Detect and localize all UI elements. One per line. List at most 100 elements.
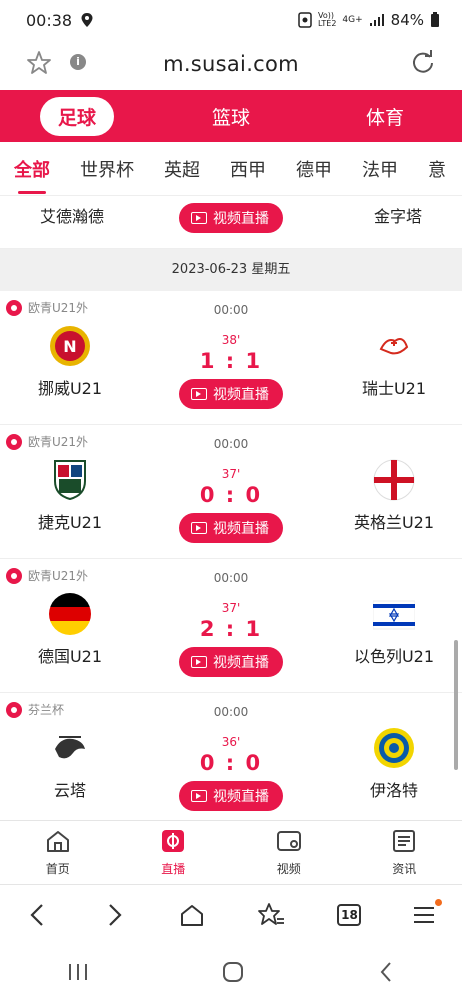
tab-count: 18 (341, 907, 358, 922)
tabs-button[interactable]: 18 (337, 903, 362, 926)
nav-video[interactable]: 视频 (231, 821, 347, 884)
network-label-bottom: LTE2 (318, 19, 337, 28)
live-stream-button[interactable]: 视频直播 (179, 513, 283, 543)
away-team-name: 英格兰U21 (353, 513, 435, 532)
date-header: 2023-06-23 星期五 (0, 249, 462, 291)
tab-basketball-label: 篮球 (211, 106, 250, 129)
home-team: N 挪威U21 (10, 325, 130, 399)
tab-sports[interactable]: 体育 (308, 103, 462, 130)
tv-icon (191, 790, 207, 802)
away-team: 瑞士U21 (334, 325, 454, 399)
notification-dot (434, 898, 442, 906)
away-team: 伊洛特 (334, 727, 454, 801)
away-team-name: 伊洛特 (369, 781, 418, 800)
forward-arrow-icon[interactable] (102, 902, 126, 928)
match-row[interactable]: 欧青U21外 00:00 38' 1 : 1 N 挪威U21 瑞士U21 视频直… (0, 291, 462, 425)
tab-sports-label: 体育 (365, 106, 404, 129)
league-tab-all[interactable]: 全部 (14, 156, 50, 194)
home-team: 德国U21 (10, 593, 130, 667)
back-arrow-icon[interactable] (26, 902, 50, 928)
away-team: 以色列U21 (334, 593, 454, 667)
bottom-nav: 首页 直播 视频 资讯 (0, 820, 462, 884)
live-stream-label: 视频直播 (213, 211, 269, 227)
tv-icon (191, 522, 207, 534)
menu-icon[interactable] (413, 898, 442, 925)
sport-tab-bar: 足球 篮球 体育 (0, 90, 462, 142)
czech-crest-icon (49, 459, 91, 501)
live-stream-label: 视频直播 (213, 789, 269, 805)
live-icon (162, 830, 185, 852)
away-team-name: 瑞士U21 (361, 379, 427, 398)
news-icon (393, 830, 416, 852)
live-stream-button[interactable]: 视频直播 (179, 379, 283, 409)
battery-icon (431, 12, 439, 27)
match-row[interactable]: 芬兰杯 00:00 36' 0 : 0 云塔 伊洛特 视频直播 (0, 693, 462, 820)
ilves-crest-icon (373, 727, 415, 769)
match-list: 艾德瀚德 视频直播 金字塔 2023-06-23 星期五 欧青U21外 00:0… (0, 197, 462, 820)
league-tab-serie-a[interactable]: 意 (428, 156, 446, 182)
live-stream-label: 视频直播 (213, 387, 269, 403)
location-icon (81, 13, 93, 27)
yunta-crest-icon (49, 727, 91, 769)
system-back-icon[interactable] (376, 960, 396, 984)
league-tab-la-liga[interactable]: 西甲 (230, 156, 266, 182)
scrollbar[interactable] (454, 640, 458, 770)
league-tab-world-cup[interactable]: 世界杯 (80, 156, 134, 182)
home-team: 云塔 (10, 727, 130, 801)
home-team-name: 云塔 (53, 781, 86, 800)
match-row[interactable]: 欧青U21外 00:00 37' 2 : 1 德国U21 以色列U21 视频直播 (0, 559, 462, 693)
bookmark-star-icon[interactable] (26, 50, 52, 76)
nav-news-label: 资讯 (392, 862, 417, 876)
home-team-name: 德国U21 (37, 647, 103, 666)
england-flag-icon (373, 459, 415, 501)
away-team-name: 以色列U21 (353, 647, 435, 666)
tv-icon (191, 388, 207, 400)
site-info-icon[interactable]: i (70, 54, 86, 70)
recent-apps-icon[interactable] (66, 962, 90, 982)
home-button-icon[interactable] (221, 960, 245, 984)
start-time: 00:00 (213, 437, 249, 451)
nav-news[interactable]: 资讯 (347, 821, 462, 884)
tab-football-label: 足球 (39, 96, 114, 136)
league-tab-bundesliga[interactable]: 德甲 (296, 156, 332, 182)
match-row[interactable]: 欧青U21外 00:00 37' 0 : 0 捷克U21 英格兰U21 视频直播 (0, 425, 462, 559)
reload-icon[interactable] (410, 50, 436, 76)
league-tab-bar: 全部 世界杯 英超 西甲 德甲 法甲 意 (0, 142, 462, 196)
switzerland-crest-icon (373, 325, 415, 367)
url-bar: i m.susai.com (0, 40, 462, 88)
league-tab-premier-league[interactable]: 英超 (164, 156, 200, 182)
away-team: 英格兰U21 (334, 459, 454, 533)
live-stream-label: 视频直播 (213, 521, 269, 537)
nav-live[interactable]: 直播 (116, 821, 232, 884)
live-stream-button[interactable]: 视频直播 (179, 647, 283, 677)
start-time: 00:00 (213, 303, 249, 317)
sim-icon (298, 12, 312, 28)
speed-label: 4G+ (342, 15, 363, 25)
home-team: 捷克U21 (10, 459, 130, 533)
browser-home-icon[interactable] (179, 902, 205, 928)
start-time: 00:00 (213, 571, 249, 585)
nav-live-label: 直播 (161, 862, 186, 876)
tv-icon (191, 212, 207, 224)
tv-icon (191, 656, 207, 668)
browser-toolbar: 18 (0, 884, 462, 944)
url-text[interactable]: m.susai.com (163, 52, 299, 76)
israel-flag-icon (373, 593, 415, 635)
germany-flag-icon (49, 593, 91, 635)
home-team-name: 挪威U21 (37, 379, 103, 398)
live-stream-button[interactable]: 视频直播 (179, 781, 283, 811)
match-row[interactable]: 艾德瀚德 视频直播 金字塔 (0, 197, 462, 249)
league-tab-ligue1[interactable]: 法甲 (362, 156, 398, 182)
start-time: 00:00 (213, 705, 249, 719)
tab-football[interactable]: 足球 (0, 96, 154, 136)
status-bar: 00:38 Vo)) LTE2 4G+ 84% (0, 0, 462, 40)
live-stream-label: 视频直播 (213, 655, 269, 671)
nav-home-label: 首页 (45, 862, 70, 876)
bookmarks-icon[interactable] (257, 902, 285, 928)
live-stream-button[interactable]: 视频直播 (179, 203, 283, 233)
tab-basketball[interactable]: 篮球 (154, 103, 308, 130)
video-icon (276, 831, 301, 851)
norway-crest-icon: N (49, 325, 91, 367)
network-label: Vo)) LTE2 (318, 12, 336, 28)
nav-home[interactable]: 首页 (0, 821, 116, 884)
